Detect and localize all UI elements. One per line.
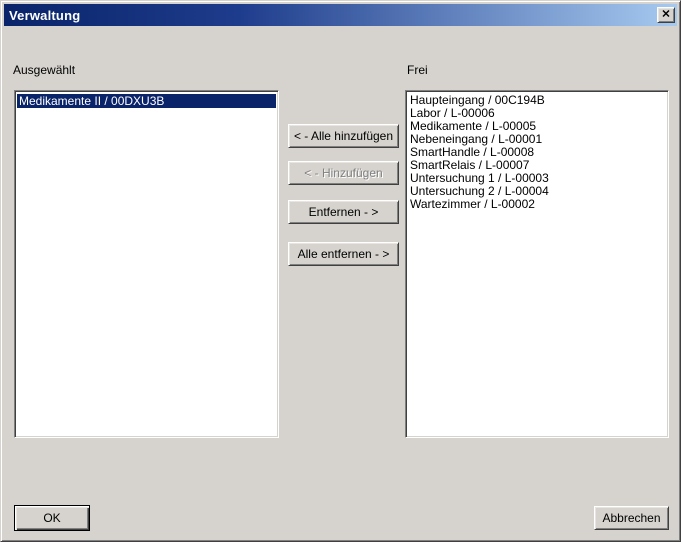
titlebar: Verwaltung ✕ [4, 4, 677, 26]
close-icon: ✕ [661, 9, 670, 20]
ausgewaehlt-label: Ausgewählt [13, 63, 75, 77]
list-item[interactable]: Untersuchung 2 / L-00004 [408, 185, 666, 198]
list-item[interactable]: Untersuchung 1 / L-00003 [408, 172, 666, 185]
ok-button[interactable]: OK [14, 505, 90, 531]
list-item[interactable]: Labor / L-00006 [408, 107, 666, 120]
verwaltung-dialog: Verwaltung ✕ Ausgewählt Frei Medikamente… [0, 0, 681, 542]
list-item[interactable]: SmartRelais / L-00007 [408, 159, 666, 172]
list-item[interactable]: Nebeneingang / L-00001 [408, 133, 666, 146]
list-item[interactable]: Medikamente / L-00005 [408, 120, 666, 133]
add-button[interactable]: < - Hinzufügen [288, 161, 399, 185]
window-title: Verwaltung [9, 8, 80, 23]
frei-listbox[interactable]: Haupteingang / 00C194B Labor / L-00006 M… [405, 90, 669, 438]
frei-label: Frei [407, 63, 428, 77]
remove-button[interactable]: Entfernen - > [288, 200, 399, 224]
ausgewaehlt-listbox[interactable]: Medikamente II / 00DXU3B [14, 90, 279, 438]
list-item[interactable]: SmartHandle / L-00008 [408, 146, 666, 159]
list-item[interactable]: Wartezimmer / L-00002 [408, 198, 666, 211]
list-item-selected[interactable]: Medikamente II / 00DXU3B [17, 94, 276, 108]
close-button[interactable]: ✕ [657, 7, 675, 23]
list-item[interactable]: Haupteingang / 00C194B [408, 94, 666, 107]
remove-all-button[interactable]: Alle entfernen - > [288, 242, 399, 266]
cancel-button[interactable]: Abbrechen [594, 506, 669, 530]
add-all-button[interactable]: < - Alle hinzufügen [288, 124, 399, 148]
